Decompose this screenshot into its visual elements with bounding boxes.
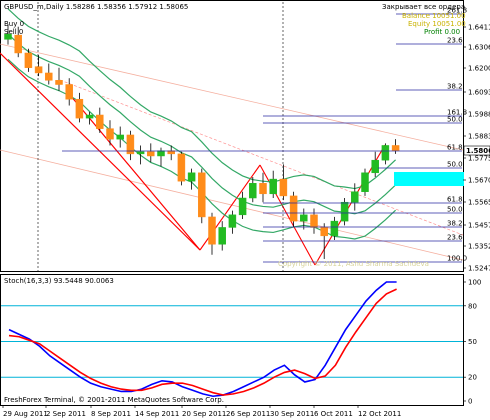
candle-bull bbox=[361, 172, 369, 192]
chart-header: GBPUSD_m,Daily 1.58286 1.58356 1.57912 1… bbox=[4, 3, 188, 11]
candle-bull bbox=[381, 145, 390, 161]
time-tick-label: 14 Sep 2011 bbox=[135, 410, 179, 418]
equity-text: Equity 10051.00 bbox=[408, 20, 466, 28]
price-tick-label: 1.63060 bbox=[468, 44, 490, 52]
candle-bear bbox=[279, 178, 288, 197]
stoch-tick-label: 20 bbox=[468, 374, 477, 382]
candle-bull bbox=[269, 178, 277, 195]
indicator-panel-frame bbox=[0, 274, 464, 406]
current-price-label: 1.58065 bbox=[466, 147, 490, 155]
stoch-tick-label: 100 bbox=[468, 279, 481, 287]
time-axis: 29 Aug 20112 Sep 2011 8 Sep 2011 14 Sep 20… bbox=[2, 405, 401, 418]
candle-bull bbox=[136, 151, 145, 155]
stochastic-axis: 100 80 50 20 0 bbox=[463, 279, 481, 406]
price-tick-label: 1.59880 bbox=[468, 111, 490, 119]
close-all-orders[interactable]: Закрывает все ордера bbox=[382, 3, 465, 11]
time-tick-label: 26 Sep 2011 bbox=[226, 410, 270, 418]
candle-bear bbox=[65, 84, 73, 100]
candle-bull bbox=[238, 197, 247, 216]
candle-bear bbox=[55, 80, 63, 85]
candle-bull bbox=[116, 134, 124, 140]
fib-level-label: 23.6 bbox=[447, 234, 463, 242]
time-tick-label: 2 Sep 2011 bbox=[46, 410, 86, 418]
balance-text: Balance 10051.00 bbox=[402, 12, 466, 20]
candle-bear bbox=[391, 145, 400, 151]
price-tick-label: 1.52470 bbox=[468, 265, 490, 273]
candle-bear bbox=[259, 183, 267, 195]
candle-bull bbox=[218, 227, 226, 245]
watermark: Copyright © 2011, Ashu Sharma Sachdeva bbox=[278, 260, 429, 268]
price-tick-label: 1.56700 bbox=[468, 177, 490, 185]
fib-level-label: 100.0 bbox=[447, 255, 467, 263]
profit-text: Profit 0.00 bbox=[424, 28, 460, 36]
stoch-tick-label: 0 bbox=[468, 398, 472, 406]
time-tick-label: 29 Aug 2011 bbox=[3, 410, 48, 418]
candle-bear bbox=[147, 151, 155, 157]
fib-level-label: 38.2 bbox=[447, 83, 463, 91]
candle-bull bbox=[371, 159, 379, 174]
candle-bear bbox=[320, 227, 328, 237]
time-tick-label: 8 Sep 2011 bbox=[91, 410, 131, 418]
candle-bear bbox=[106, 128, 114, 140]
candle-bull bbox=[340, 201, 349, 222]
candle-bull bbox=[351, 191, 359, 203]
stoch-label: Stoch(16,3,3) 93.5448 90.0063 bbox=[4, 277, 114, 285]
candle-bear bbox=[208, 216, 216, 245]
candle-bear bbox=[24, 52, 33, 68]
footer-copyright: FreshForex Terminal, © 2001-2011 MetaQuo… bbox=[4, 396, 224, 404]
candle-bear bbox=[177, 153, 186, 182]
sell-count: Sell 0 bbox=[4, 28, 23, 36]
candle-bull bbox=[85, 114, 94, 119]
target-zone bbox=[394, 172, 464, 186]
time-tick-label: 20 Sep 2011 bbox=[182, 410, 226, 418]
price-tick-label: 1.60930 bbox=[468, 89, 490, 97]
fib-level-label: 23.6 bbox=[447, 37, 463, 45]
candle-bear bbox=[289, 195, 298, 222]
fib-level-label: 50.0 bbox=[447, 161, 463, 169]
price-tick-label: 1.53520 bbox=[468, 243, 490, 251]
price-tick-label: 1.64110 bbox=[468, 24, 490, 32]
price-tick-label: 1.57755 bbox=[468, 155, 490, 163]
candle-bear bbox=[45, 72, 53, 81]
fib-level-label: 50.0 bbox=[447, 116, 463, 124]
chart-window[interactable]: 261.823.638.2161.850.061.850.061.850.038… bbox=[0, 0, 490, 420]
price-axis: 1.64110 1.63060 1.62000 1.60930 1.59880 1.588… bbox=[463, 24, 490, 273]
candle-bear bbox=[310, 214, 318, 228]
candle-bear bbox=[34, 66, 43, 74]
fib-level-label: 50.0 bbox=[447, 206, 463, 214]
candle-bear bbox=[75, 98, 84, 119]
candle-bear bbox=[96, 114, 104, 129]
candle-bull bbox=[187, 172, 196, 182]
candle-bull bbox=[157, 150, 165, 157]
fib-level-label: 61.8 bbox=[447, 144, 463, 152]
stoch-tick-label: 80 bbox=[468, 302, 477, 310]
price-tick-label: 1.54570 bbox=[468, 222, 490, 230]
candle-bull bbox=[249, 183, 257, 199]
candle-bull bbox=[330, 220, 339, 237]
price-tick-label: 1.55650 bbox=[468, 199, 490, 207]
time-tick-label: 6 Oct 2011 bbox=[314, 410, 353, 418]
candle-bull bbox=[300, 214, 308, 222]
price-tick-label: 1.62000 bbox=[468, 65, 490, 73]
fib-level-label: 61.8 bbox=[447, 196, 463, 204]
candle-bear bbox=[14, 34, 22, 54]
buy-count: Buy 0 bbox=[4, 20, 24, 28]
time-tick-label: 12 Oct 2011 bbox=[358, 410, 401, 418]
candle-bear bbox=[198, 172, 206, 218]
time-tick-label: 30 Sep 2011 bbox=[270, 410, 314, 418]
candle-bull bbox=[228, 214, 237, 228]
stoch-tick-label: 50 bbox=[468, 338, 477, 346]
price-tick-label: 1.58830 bbox=[468, 133, 490, 141]
fib-level-label: 38.2 bbox=[447, 220, 463, 228]
